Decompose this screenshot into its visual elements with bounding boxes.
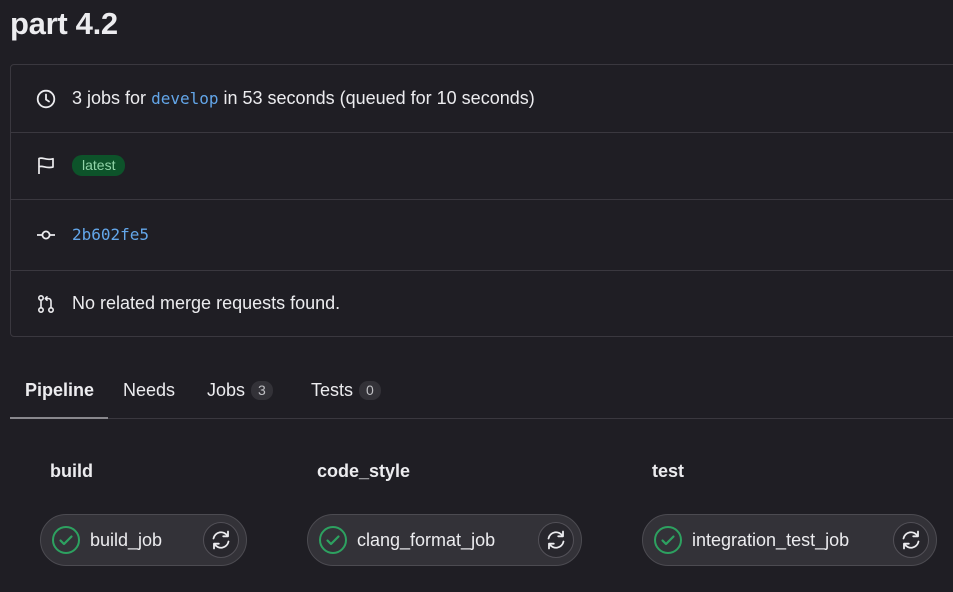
merge-request-text: No related merge requests found. [72,293,341,313]
status-success-icon [51,525,81,555]
tab-pipeline[interactable]: Pipeline [25,364,94,417]
stage-title-code-style: code_style [317,461,411,481]
tab-pipeline-label: Pipeline [25,380,95,400]
status-success-icon [318,525,348,555]
tab-jobs[interactable]: Jobs 3 [207,364,273,417]
merge-request-icon [36,294,56,314]
job-integration-test[interactable]: integration_test_job [642,514,937,566]
flag-icon [36,156,56,176]
tab-jobs-label: Jobs [207,380,246,400]
commit-sha-link[interactable]: 2b602fe5 [72,225,149,244]
tests-count-badge: 0 [359,381,381,400]
commit-row: 2b602fe5 [11,199,953,271]
active-tab-indicator [10,417,108,419]
tab-tests-label: Tests [311,380,354,400]
tab-tests[interactable]: Tests 0 [311,364,381,417]
page-title: part 4.2 [10,6,118,41]
job-name: clang_format_job [357,529,496,550]
retry-icon [902,530,920,550]
clock-icon [36,89,56,109]
pipeline-info-card: 3 jobs for develop in 53 seconds (queued… [10,64,953,337]
duration-value: in 53 seconds (queued for 10 seconds) [223,88,535,108]
job-clang-format[interactable]: clang_format_job [307,514,582,566]
duration-text: 3 jobs for develop in 53 seconds (queued… [72,88,535,109]
job-name: integration_test_job [692,529,850,550]
retry-icon [547,530,565,550]
retry-button[interactable] [203,522,239,558]
tab-needs-label: Needs [123,380,176,400]
pipeline-tabs: Pipeline Needs Jobs 3 Tests 0 [10,364,953,419]
stage-title-test: test [652,461,685,481]
commit-icon [36,225,56,245]
job-name: build_job [90,529,163,550]
duration-row: 3 jobs for develop in 53 seconds (queued… [11,65,953,133]
jobs-count-badge: 3 [251,381,273,400]
retry-button[interactable] [538,522,574,558]
badges-row: latest [11,132,953,200]
tab-needs[interactable]: Needs [123,364,175,417]
retry-icon [212,530,230,550]
jobs-count-text: 3 jobs for [72,88,147,108]
job-build[interactable]: build_job [40,514,247,566]
branch-link[interactable]: develop [151,89,218,108]
status-success-icon [653,525,683,555]
latest-badge: latest [72,155,126,176]
retry-button[interactable] [893,522,929,558]
stage-title-build: build [50,461,93,481]
merge-request-row: No related merge requests found. [11,270,953,337]
